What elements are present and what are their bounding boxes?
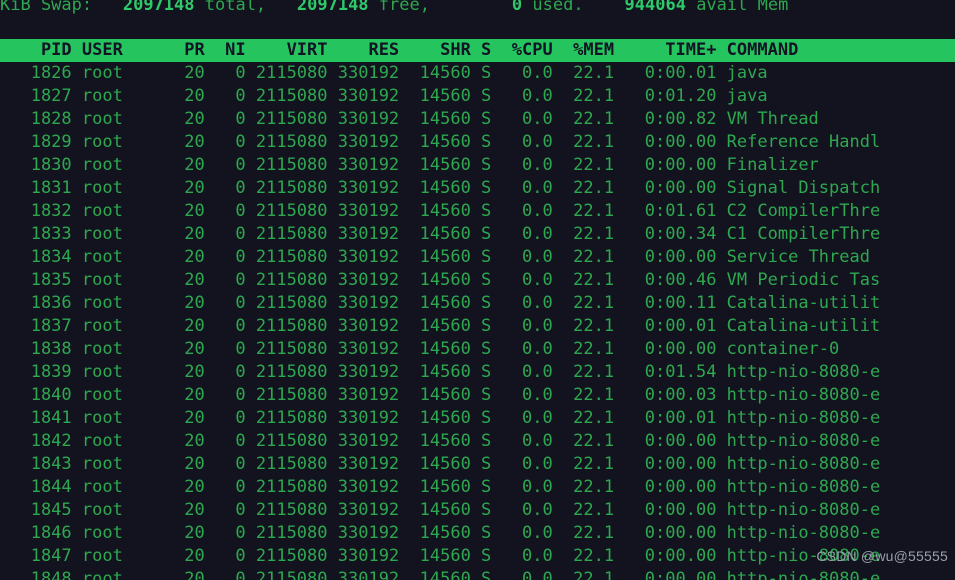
swap-label: KiB Swap:: [0, 0, 93, 15]
table-row[interactable]: 1839 root 20 0 2115080 330192 14560 S 0.…: [0, 361, 955, 384]
table-row[interactable]: 1848 root 20 0 2115080 330192 14560 S 0.…: [0, 568, 955, 580]
table-row[interactable]: 1837 root 20 0 2115080 330192 14560 S 0.…: [0, 315, 955, 338]
table-row[interactable]: 1843 root 20 0 2115080 330192 14560 S 0.…: [0, 453, 955, 476]
table-row[interactable]: 1835 root 20 0 2115080 330192 14560 S 0.…: [0, 269, 955, 292]
table-row[interactable]: 1846 root 20 0 2115080 330192 14560 S 0.…: [0, 522, 955, 545]
table-row[interactable]: 1841 root 20 0 2115080 330192 14560 S 0.…: [0, 407, 955, 430]
avail-mem-value: 944064: [624, 0, 686, 15]
swap-summary-line: KiB Swap: 2097148 total, 2097148 free, 0…: [0, 0, 788, 17]
table-row[interactable]: 1831 root 20 0 2115080 330192 14560 S 0.…: [0, 177, 955, 200]
table-row[interactable]: 1833 root 20 0 2115080 330192 14560 S 0.…: [0, 223, 955, 246]
table-row[interactable]: 1845 root 20 0 2115080 330192 14560 S 0.…: [0, 499, 955, 522]
avail-mem-label: avail Mem: [696, 0, 789, 15]
table-row[interactable]: 1838 root 20 0 2115080 330192 14560 S 0.…: [0, 338, 955, 361]
table-row[interactable]: 1832 root 20 0 2115080 330192 14560 S 0.…: [0, 200, 955, 223]
process-list: 1826 root 20 0 2115080 330192 14560 S 0.…: [0, 62, 955, 580]
table-row[interactable]: 1834 root 20 0 2115080 330192 14560 S 0.…: [0, 246, 955, 269]
swap-used-value: 0: [511, 0, 523, 15]
table-row[interactable]: 1842 root 20 0 2115080 330192 14560 S 0.…: [0, 430, 955, 453]
table-row[interactable]: 1830 root 20 0 2115080 330192 14560 S 0.…: [0, 154, 955, 177]
table-row[interactable]: 1828 root 20 0 2115080 330192 14560 S 0.…: [0, 108, 955, 131]
table-column-header[interactable]: PID USER PR NI VIRT RES SHR S %CPU %MEM …: [0, 39, 955, 62]
table-row[interactable]: 1826 root 20 0 2115080 330192 14560 S 0.…: [0, 62, 955, 85]
swap-total-label: total,: [204, 0, 267, 15]
table-row[interactable]: 1844 root 20 0 2115080 330192 14560 S 0.…: [0, 476, 955, 499]
swap-free-value: 2097148: [296, 0, 369, 15]
table-row[interactable]: 1829 root 20 0 2115080 330192 14560 S 0.…: [0, 131, 955, 154]
table-row[interactable]: 1836 root 20 0 2115080 330192 14560 S 0.…: [0, 292, 955, 315]
table-row[interactable]: 1847 root 20 0 2115080 330192 14560 S 0.…: [0, 545, 955, 568]
terminal-screen[interactable]: KiB Swap: 2097148 total, 2097148 free, 0…: [0, 0, 955, 580]
swap-total-value: 2097148: [122, 0, 195, 15]
swap-free-label: free,: [378, 0, 430, 15]
table-row[interactable]: 1840 root 20 0 2115080 330192 14560 S 0.…: [0, 384, 955, 407]
swap-used-label: used.: [532, 0, 584, 15]
table-row[interactable]: 1827 root 20 0 2115080 330192 14560 S 0.…: [0, 85, 955, 108]
